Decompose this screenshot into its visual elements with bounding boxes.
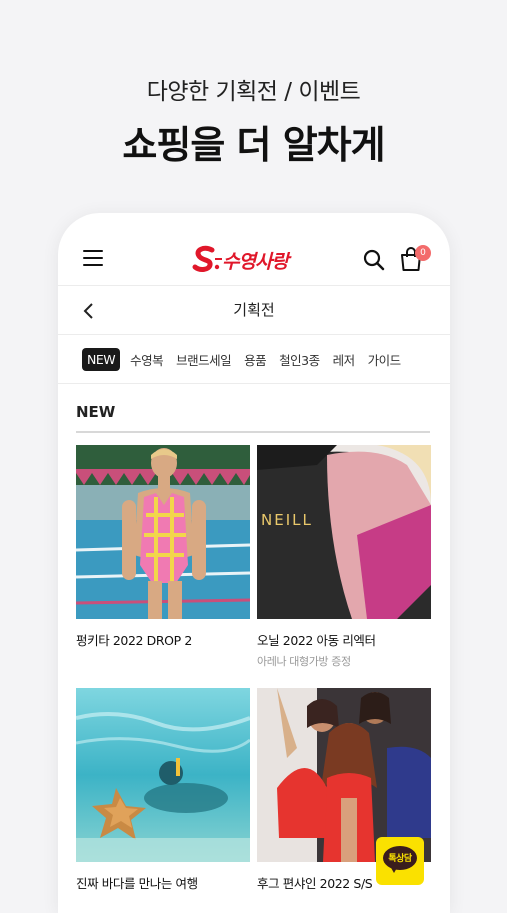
divider: [58, 383, 450, 384]
wetsuit-print: NEILL: [261, 511, 313, 529]
product-image: [76, 688, 250, 862]
product-image: [257, 688, 431, 862]
product-image: [76, 445, 250, 619]
tab-new[interactable]: NEW: [82, 347, 121, 371]
tab-guide[interactable]: 가이드: [368, 350, 402, 369]
product-description: 아레나 대형가방 증정: [257, 655, 351, 668]
product-image: NEILL: [257, 445, 431, 619]
tab-swimwear[interactable]: 수영복: [130, 350, 164, 369]
category-tabs: NEW 수영복 브랜드세일 용품 철인3종 레저 가이드: [82, 346, 414, 372]
hamburger-menu-icon[interactable]: [83, 250, 103, 267]
product-name: 오닐 2022 아동 리엑터: [257, 633, 376, 648]
kakao-chat-button[interactable]: 톡상담: [376, 837, 424, 885]
cart-count-badge: 0: [415, 245, 431, 261]
logo-wordmark: 수영사랑: [222, 251, 289, 273]
divider: [58, 285, 450, 286]
product-card[interactable]: 펑키타 2022 DROP 2: [76, 445, 250, 649]
promo-title: 쇼핑을 더 알차게: [122, 123, 385, 167]
product-card[interactable]: NEILL 오닐 2022 아동 리엑터 아레나 대형가방 증정: [257, 445, 431, 669]
tab-brand-sale[interactable]: 브랜드세일: [176, 350, 232, 369]
section-title: NEW: [76, 403, 116, 421]
kakao-chat-label: 톡상담: [388, 854, 412, 864]
search-icon[interactable]: [363, 249, 385, 271]
tab-leisure[interactable]: 레저: [333, 350, 356, 369]
divider: [58, 334, 450, 335]
swimmer-logo-icon: [192, 245, 222, 272]
section-underline: [76, 431, 430, 433]
page-title: 기획전: [233, 301, 275, 319]
phone-frame: 수영사랑 0 기획전 NEW 수영복 브랜드세일 용품 철인3종 레저 가이드 …: [58, 213, 450, 913]
tab-triathlon[interactable]: 철인3종: [279, 350, 320, 369]
brand-logo[interactable]: 수영사랑: [192, 245, 316, 273]
product-name: 진짜 바다를 만나는 여행: [76, 876, 198, 891]
chat-bubble-tail: [390, 866, 398, 873]
product-card[interactable]: 진짜 바다를 만나는 여행: [76, 688, 250, 892]
product-name: 펑키타 2022 DROP 2: [76, 633, 192, 648]
tab-goods[interactable]: 용품: [244, 350, 267, 369]
promo-subtitle: 다양한 기획전 / 이벤트: [146, 79, 361, 105]
app-header: 수영사랑 0: [58, 213, 450, 285]
